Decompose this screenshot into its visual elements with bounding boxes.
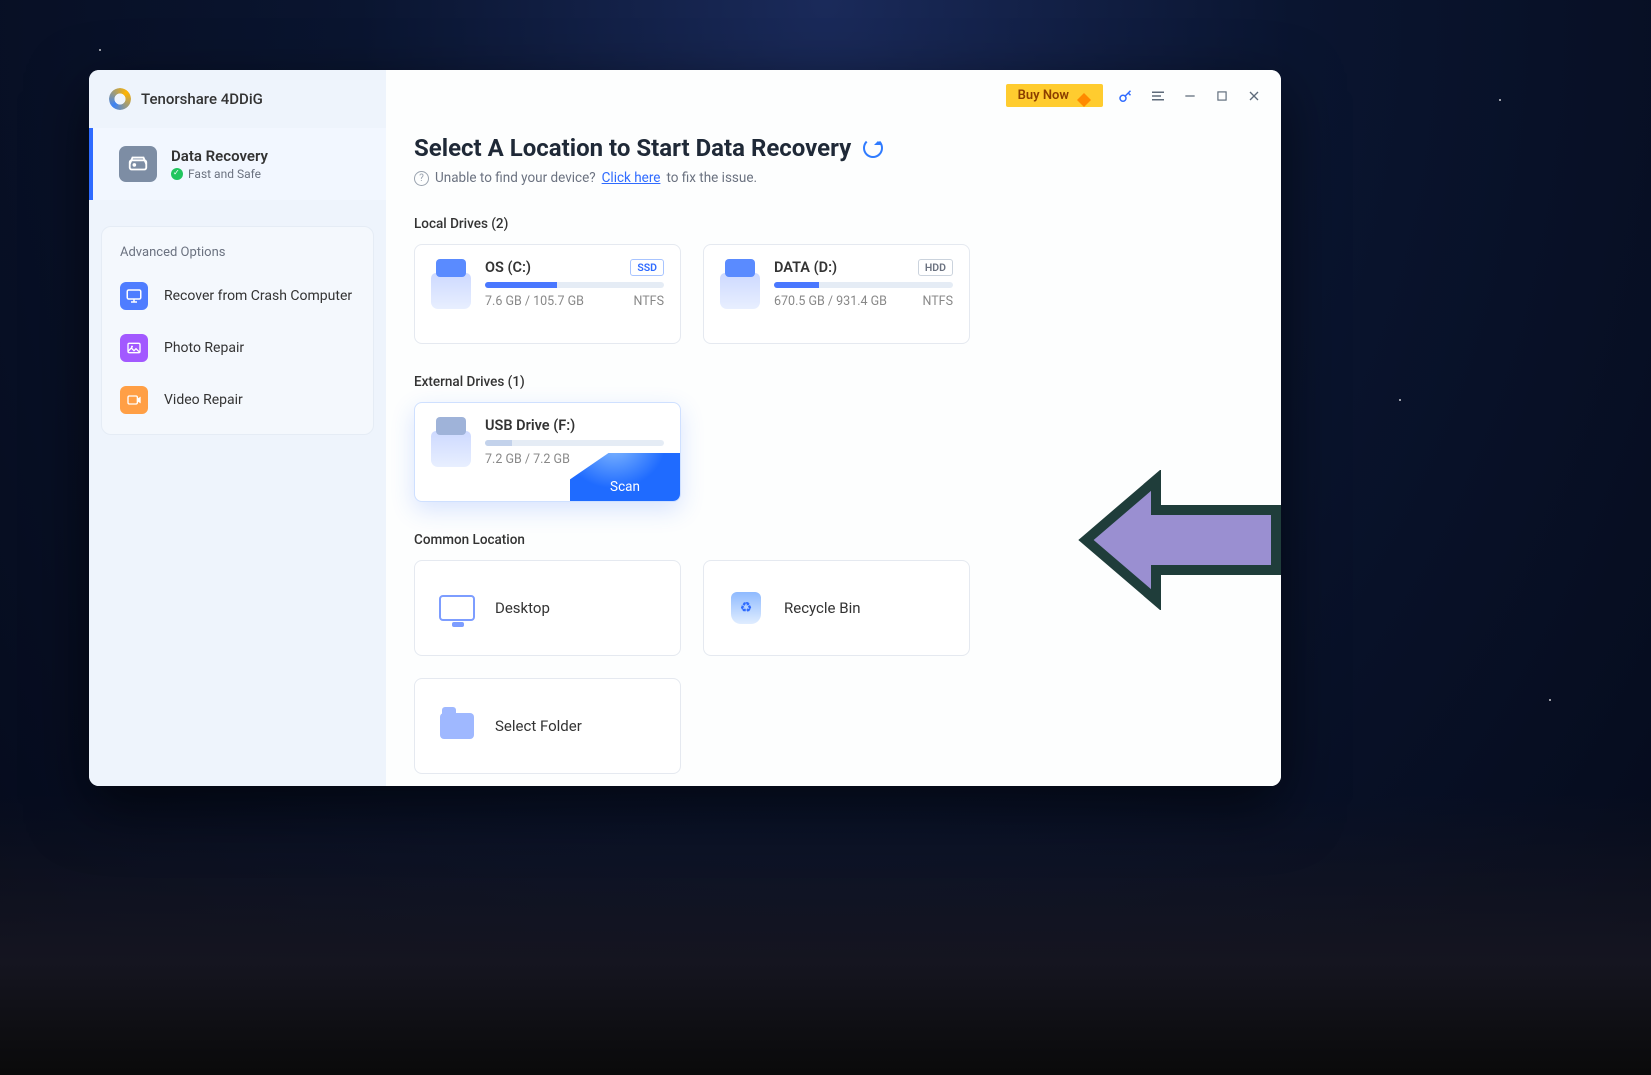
video-icon: [120, 386, 148, 414]
diamond-icon: [1077, 86, 1091, 100]
minimize-icon[interactable]: [1181, 87, 1199, 105]
hard-drive-icon: [119, 146, 157, 182]
advanced-options-header: Advanced Options: [102, 239, 373, 270]
common-label: Desktop: [495, 599, 550, 617]
help-text-suffix: to fix the issue.: [666, 170, 757, 186]
common-card-recycle-bin[interactable]: Recycle Bin: [703, 560, 970, 656]
drive-name: DATA (D:): [774, 259, 837, 276]
monitor-c-icon: [120, 282, 148, 310]
drive-name: OS (C:): [485, 259, 531, 276]
topbar: Buy Now: [1006, 84, 1263, 107]
help-link[interactable]: Click here: [602, 170, 661, 186]
folder-icon: [437, 707, 477, 745]
common-locations-row: Desktop Recycle Bin Select Folder: [414, 560, 1253, 774]
drive-card-data-d[interactable]: DATA (D:) HDD 670.5 GB / 931.4 GB NTFS: [703, 244, 970, 344]
drive-space: 670.5 GB / 931.4 GB: [774, 294, 887, 309]
recycle-bin-icon: [726, 589, 766, 627]
drive-card-os-c[interactable]: OS (C:) SSD 7.6 GB / 105.7 GB NTFS: [414, 244, 681, 344]
section-label-external: External Drives (1): [414, 374, 1253, 390]
sidebar-item-label: Video Repair: [164, 392, 243, 408]
drive-space: 7.2 GB / 7.2 GB: [485, 452, 570, 467]
drive-fs: NTFS: [922, 294, 953, 309]
sidebar-item-label: Recover from Crash Computer: [164, 288, 352, 304]
drive-tag: HDD: [918, 259, 953, 276]
common-label: Select Folder: [495, 717, 582, 735]
app-window: Tenorshare 4DDiG Data Recovery Fast and …: [89, 70, 1281, 786]
brand-name: Tenorshare 4DDiG: [141, 90, 263, 108]
external-drives-row: USB Drive (F:) 7.2 GB / 7.2 GB Scan: [414, 402, 1253, 502]
drive-tag: SSD: [630, 259, 664, 276]
drive-name: USB Drive (F:): [485, 417, 575, 434]
sidebar-item-label: Photo Repair: [164, 340, 244, 356]
help-text-prefix: Unable to find your device?: [435, 170, 596, 186]
sidebar: Tenorshare 4DDiG Data Recovery Fast and …: [89, 70, 386, 786]
sidebar-item-recover-crash[interactable]: Recover from Crash Computer: [102, 270, 373, 322]
drive-card-usb-f[interactable]: USB Drive (F:) 7.2 GB / 7.2 GB Scan: [414, 402, 681, 502]
common-card-select-folder[interactable]: Select Folder: [414, 678, 681, 774]
photo-icon: [120, 334, 148, 362]
section-label-local: Local Drives (2): [414, 216, 1253, 232]
drive-fs: NTFS: [633, 294, 664, 309]
desktop-icon: [437, 589, 477, 627]
drive-usage-bar: [485, 282, 664, 288]
sidebar-item-label: Data Recovery: [171, 147, 268, 165]
common-label: Recycle Bin: [784, 599, 861, 617]
key-icon[interactable]: [1117, 87, 1135, 105]
menu-icon[interactable]: [1149, 87, 1167, 105]
sidebar-item-video-repair[interactable]: Video Repair: [102, 374, 373, 426]
page-title: Select A Location to Start Data Recovery: [414, 134, 1253, 162]
buy-now-label: Buy Now: [1018, 88, 1069, 103]
sidebar-item-subtitle: Fast and Safe: [171, 167, 268, 181]
drive-usage-bar: [774, 282, 953, 288]
brand-logo-icon: [109, 88, 131, 110]
sidebar-item-photo-repair[interactable]: Photo Repair: [102, 322, 373, 374]
drive-icon: [720, 273, 760, 309]
refresh-icon[interactable]: [863, 138, 883, 158]
sidebar-item-data-recovery[interactable]: Data Recovery Fast and Safe: [89, 128, 386, 200]
advanced-options-group: Advanced Options Recover from Crash Comp…: [101, 226, 374, 435]
help-icon: ?: [414, 171, 429, 186]
buy-now-button[interactable]: Buy Now: [1006, 84, 1103, 107]
shield-check-icon: [171, 168, 183, 180]
main-content: Buy Now Select A Location to Start Data …: [386, 70, 1281, 786]
section-label-common: Common Location: [414, 532, 1253, 548]
drive-space: 7.6 GB / 105.7 GB: [485, 294, 584, 309]
drive-usage-bar: [485, 440, 664, 446]
brand: Tenorshare 4DDiG: [89, 70, 386, 128]
drive-icon: [431, 273, 471, 309]
local-drives-row: OS (C:) SSD 7.6 GB / 105.7 GB NTFS DATA …: [414, 244, 1253, 344]
desktop-background-ground: [0, 795, 1651, 1075]
maximize-icon[interactable]: [1213, 87, 1231, 105]
help-row: ? Unable to find your device? Click here…: [414, 170, 1253, 186]
common-card-desktop[interactable]: Desktop: [414, 560, 681, 656]
usb-drive-icon: [431, 431, 471, 467]
close-icon[interactable]: [1245, 87, 1263, 105]
